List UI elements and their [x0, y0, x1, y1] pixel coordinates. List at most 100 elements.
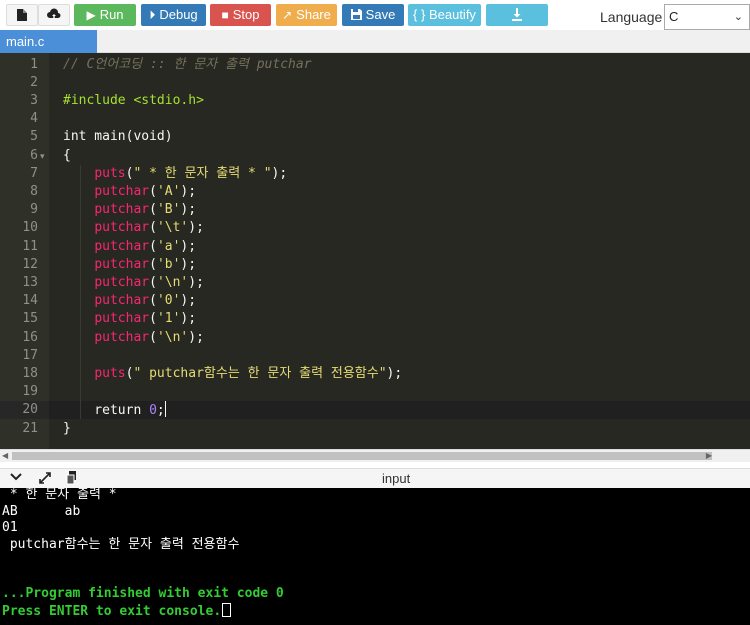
share-label: Share — [296, 7, 331, 22]
code-line: #include <stdio.h> — [63, 92, 204, 110]
code-line: putchar('1'); — [63, 310, 196, 328]
debug-button[interactable]: ⏵ Debug — [141, 4, 206, 26]
code-token: ( — [149, 311, 157, 327]
code-line: int main(void) — [63, 128, 173, 146]
code-token: putchar — [94, 274, 150, 290]
code-token: " putchar함수는 한 문자 출력 전용함수" — [133, 365, 387, 381]
line-number: 11 — [22, 238, 38, 254]
io-panel-header: input — [0, 468, 750, 488]
run-button[interactable]: ▶ Run — [74, 4, 136, 26]
code-token: { — [63, 147, 71, 163]
debug-label: Debug — [159, 7, 198, 22]
download-button[interactable] — [486, 4, 548, 26]
code-token: ); — [180, 183, 197, 199]
editor-horizontal-scrollbar[interactable]: ◀ ▶ — [0, 449, 750, 462]
console-cursor — [222, 602, 232, 617]
code-token: return — [63, 403, 150, 419]
chevron-down-icon[interactable] — [10, 471, 22, 486]
console-text: ...Program finished with exit code 0 — [2, 586, 284, 601]
code-token: '\n' — [156, 329, 189, 345]
code-line: putchar('B'); — [63, 201, 196, 219]
code-token: putchar — [94, 256, 150, 272]
line-number: 10 — [22, 220, 38, 236]
code-token: ); — [180, 202, 197, 218]
scroll-right-icon[interactable]: ▶ — [706, 451, 712, 460]
code-line: puts(" * 한 문자 출력 * "); — [63, 165, 287, 183]
output-console[interactable]: * 한 문자 출력 * AB ab 01 putchar함수는 한 문자 출력 전용… — [0, 488, 750, 625]
scroll-left-icon[interactable]: ◀ — [2, 451, 8, 460]
download-icon — [511, 7, 523, 22]
tab-main-c[interactable]: main.c — [0, 30, 97, 53]
code-token: <stdio.h> — [133, 92, 204, 108]
line-number: 2 — [30, 74, 38, 90]
code-token: '1' — [156, 311, 181, 327]
beautify-button[interactable]: { } Beautify — [408, 4, 481, 26]
copy-icon[interactable] — [66, 471, 78, 488]
scrollbar-thumb[interactable] — [12, 452, 712, 460]
line-number: 15 — [22, 311, 38, 327]
code-token: } — [63, 420, 71, 436]
code-token: putchar — [94, 329, 150, 345]
stop-button[interactable]: ■ Stop — [210, 4, 271, 26]
code-token: 'B' — [156, 202, 181, 218]
upload-button[interactable] — [38, 4, 70, 26]
code-token: puts — [94, 165, 126, 181]
code-token: ); — [180, 238, 197, 254]
line-number: 9 — [30, 202, 38, 218]
text-cursor — [164, 401, 166, 418]
language-select[interactable]: C ⌄ — [664, 4, 750, 30]
code-token: ( — [149, 293, 157, 309]
line-number: 4 — [30, 111, 38, 127]
code-token: " * 한 문자 출력 * " — [133, 165, 272, 181]
code-line: { — [63, 147, 71, 165]
code-token: ); — [180, 311, 197, 327]
io-title: input — [382, 471, 411, 486]
expand-icon[interactable] — [38, 471, 52, 488]
code-token: ); — [271, 165, 288, 181]
console-text: Press ENTER to exit console. — [2, 603, 222, 619]
code-token: putchar — [94, 293, 150, 309]
console-line: putchar함수는 한 문자 출력 전용함수 — [2, 537, 240, 554]
code-editor[interactable]: 1 // C언어코딩 :: 한 문자 출력 putchar 2 3 #include <… — [0, 53, 750, 449]
code-token: 'a' — [156, 238, 181, 254]
code-line: putchar('0'); — [63, 292, 196, 310]
code-token: 'b' — [156, 256, 181, 272]
code-token: ); — [188, 274, 204, 290]
code-token: 0 — [149, 403, 157, 419]
fold-chevron-icon[interactable]: ▾ — [40, 147, 45, 165]
code-token: ( — [149, 220, 157, 236]
console-text: * 한 문자 출력 * — [2, 488, 117, 502]
code-token: ; — [156, 403, 165, 419]
code-token: 'A' — [156, 183, 181, 199]
line-number: 21 — [22, 420, 38, 436]
share-button[interactable]: ↗ Share — [276, 4, 337, 26]
code-token: // C언어코딩 :: 한 문자 출력 putchar — [63, 56, 312, 72]
code-token: ); — [180, 256, 197, 272]
code-line: // C언어코딩 :: 한 문자 출력 putchar — [63, 56, 312, 74]
console-text: 01 — [2, 520, 18, 535]
code-token: putchar — [94, 220, 150, 236]
console-line: 01 — [2, 520, 18, 537]
code-token: putchar — [94, 202, 150, 218]
code-token: ); — [188, 329, 204, 345]
line-number: 12 — [22, 256, 38, 272]
save-button[interactable]: Save — [342, 4, 404, 26]
stop-label: Stop — [232, 7, 260, 22]
language-value: C — [669, 9, 679, 24]
line-number: 19 — [22, 384, 38, 400]
line-number: 5 — [30, 129, 38, 145]
new-file-button[interactable] — [6, 4, 38, 26]
line-number: 17 — [22, 347, 38, 363]
code-token: ( — [149, 329, 157, 345]
console-line: ...Program finished with exit code 0 — [2, 586, 284, 603]
share-icon: ↗ — [282, 8, 293, 22]
code-token: #include — [63, 92, 134, 108]
